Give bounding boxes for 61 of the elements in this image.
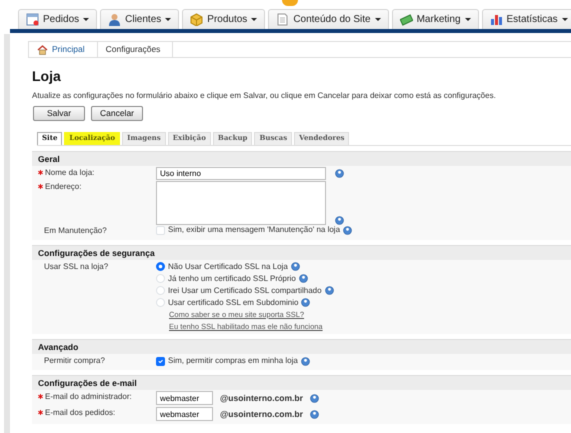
help-icon <box>300 356 310 366</box>
page-title: Loja <box>32 68 62 85</box>
email-field[interactable]: webmaster <box>156 407 213 422</box>
help-icon <box>324 286 334 296</box>
help-icon <box>298 274 308 284</box>
form-button[interactable]: Cancelar <box>91 106 143 121</box>
email-field[interactable]: webmaster <box>156 391 213 406</box>
caret-icon <box>251 18 258 21</box>
checkbox-label: Sim, permitir compras em minha loja <box>168 356 298 366</box>
field-label: E-mail do administrador: <box>45 392 132 402</box>
textarea-field[interactable] <box>156 180 326 225</box>
field-label: Endereço: <box>45 182 82 191</box>
bar-chart-icon <box>490 13 502 26</box>
field-label: Em Manutenção? <box>44 226 107 235</box>
help-icon <box>335 216 344 225</box>
caret-icon <box>374 18 381 21</box>
home-icon <box>37 44 48 54</box>
checkbox[interactable] <box>156 356 165 366</box>
document-icon <box>26 13 39 26</box>
box-icon <box>190 13 204 26</box>
menu-tab[interactable]: Pedidos <box>18 9 98 29</box>
menu-tab[interactable]: Marketing <box>392 9 478 29</box>
menu-tab[interactable]: Produtos <box>182 9 266 29</box>
field-label: Permitir compra? <box>44 356 105 366</box>
text-field[interactable]: Uso interno <box>156 166 326 180</box>
banknote-icon <box>400 13 413 26</box>
field-label: Nome da loja: <box>45 168 94 177</box>
section-header: Geral <box>32 150 571 166</box>
caret-icon <box>562 18 568 21</box>
caret-icon <box>464 18 470 21</box>
help-icon <box>310 410 319 419</box>
form-button[interactable]: Salvar <box>33 106 85 121</box>
radio-label: Não Usar Certificado SSL na Loja <box>168 262 288 272</box>
help-icon <box>301 298 310 308</box>
email-domain: @usointerno.com.br <box>220 410 303 419</box>
page-description: Atualize as configurações no formulário abaixo e clique em Salvar, ou clique em Cancelar para deixar como está as configurações. <box>32 90 497 100</box>
section-header: Avançado <box>32 338 571 354</box>
help-icon <box>343 226 352 236</box>
field-label: Usar SSL na loja? <box>44 262 108 271</box>
help-icon <box>310 394 319 403</box>
radio-label: Irei Usar um Certificado SSL compartilhado <box>168 286 322 296</box>
person-icon <box>108 13 122 26</box>
breadcrumb-item[interactable]: Principal <box>29 42 98 57</box>
menu-tab[interactable]: Clientes <box>100 9 180 29</box>
menu-tab[interactable]: Estatísticas <box>482 9 571 29</box>
checkbox-label: Sim, exibir uma mensagem 'Manutenção' na loja <box>168 226 340 236</box>
help-icon <box>335 168 344 178</box>
email-domain: @usointerno.com.br <box>220 394 303 403</box>
radio-label: Usar certificado SSL em Subdominio <box>168 298 298 308</box>
page-icon <box>276 13 290 26</box>
radio-button[interactable] <box>156 262 165 272</box>
breadcrumb-item[interactable]: Configurações <box>98 42 174 57</box>
section-header: Configurações de segurança <box>32 244 571 260</box>
radio-label: Já tenho um certificado SSL Próprio <box>168 274 296 284</box>
menu-tab[interactable]: Conteúdo do Site <box>268 9 389 29</box>
caret-icon <box>165 18 172 21</box>
caret-icon <box>83 18 90 21</box>
field-label: E-mail dos pedidos: <box>45 408 116 418</box>
section-header: Configurações de e-mail <box>32 375 571 390</box>
decoration-icon <box>282 0 298 6</box>
help-icon <box>290 262 300 272</box>
